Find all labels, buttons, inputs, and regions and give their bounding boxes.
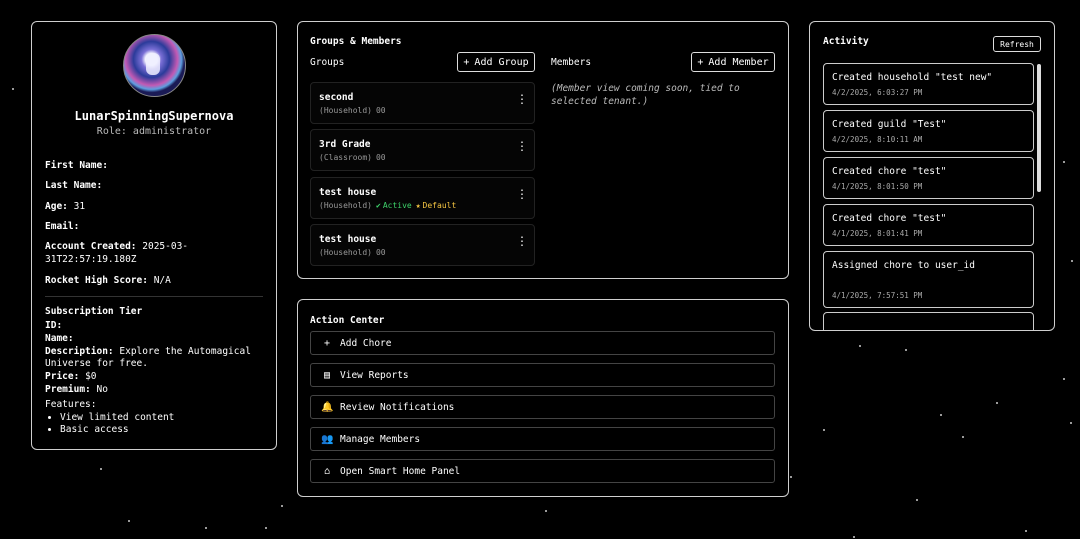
star [1063, 161, 1065, 163]
more-options-icon[interactable]: ⋮ [516, 235, 528, 247]
activity-title: Activity [823, 36, 869, 47]
star [790, 476, 792, 478]
activity-scrollbar[interactable] [1037, 64, 1041, 192]
default-badge: ★ Default [415, 201, 457, 210]
profile-panel: LunarSpinningSupernova Role: administrat… [31, 21, 277, 450]
group-card[interactable]: 3rd Grade (Classroom) 00 ⋮ [310, 129, 535, 171]
age-field: Age: 31 [45, 201, 86, 212]
add-chore-button[interactable]: + Add Chore [310, 331, 775, 355]
subscription-name: Name: [45, 332, 74, 344]
action-center-panel: Action Center + Add Chore ▤ View Reports 🔔… [297, 299, 789, 497]
star [996, 402, 998, 404]
activity-item: Created chore "test" 4/1/2025, 8:01:41 P… [823, 204, 1034, 246]
account-created-field: Account Created: 2025-03-31T22:57:19.180… [45, 241, 189, 265]
action-center-title: Action Center [310, 315, 385, 326]
star [1071, 260, 1073, 262]
activity-item [823, 312, 1034, 330]
subscription-price: Price: $0 [45, 371, 97, 383]
high-score-field: Rocket High Score: N/A [45, 275, 171, 286]
subscription-details: ID: Name: Description: Explore the Autom… [45, 320, 265, 437]
star [100, 468, 102, 470]
groups-members-panel: Groups & Members Groups + Add Group Membe… [297, 21, 789, 279]
subscription-features: Features: View limited content Basic acc… [45, 399, 265, 437]
email-field: Email: [45, 221, 80, 232]
more-options-icon[interactable]: ⋮ [516, 188, 528, 200]
star [545, 510, 547, 512]
star [281, 505, 283, 507]
activity-item: Created chore "test" 4/1/2025, 8:01:50 P… [823, 157, 1034, 199]
feature-item: Basic access [60, 424, 265, 437]
star [205, 527, 207, 529]
subscription-id: ID: [45, 320, 63, 331]
group-card[interactable]: test house (Household) ✔ Active ★ Default … [310, 177, 535, 219]
star [128, 520, 130, 522]
plus-icon: + [463, 56, 470, 68]
more-options-icon[interactable]: ⋮ [516, 93, 528, 105]
divider [45, 296, 263, 297]
active-badge: ✔ Active [375, 201, 412, 210]
last-name-field: Last Name: [45, 180, 103, 191]
groups-members-title: Groups & Members [310, 36, 402, 47]
star [940, 414, 942, 416]
refresh-button[interactable]: Refresh [993, 36, 1041, 52]
username: LunarSpinningSupernova [74, 109, 234, 123]
feature-item: View limited content [60, 412, 265, 425]
star [859, 345, 861, 347]
review-notifications-button[interactable]: 🔔 Review Notifications [310, 395, 775, 419]
subscription-title: Subscription Tier [45, 306, 143, 317]
star [916, 499, 918, 501]
activity-item: Assigned chore to user_id 4/1/2025, 7:57… [823, 251, 1034, 308]
bell-icon: 🔔 [321, 401, 334, 413]
user-role: Role: administrator [96, 126, 212, 137]
add-group-button[interactable]: + Add Group [457, 52, 535, 72]
activity-item: Created household "test new" 4/2/2025, 6… [823, 63, 1034, 105]
first-name-field: First Name: [45, 160, 108, 171]
groups-label: Groups [310, 57, 345, 68]
manage-members-button[interactable]: 👥 Manage Members [310, 427, 775, 451]
star [1063, 378, 1065, 380]
activity-panel: Activity Refresh Created household "test… [809, 21, 1055, 331]
plus-icon: + [323, 337, 331, 349]
star [12, 88, 14, 90]
star [1070, 422, 1072, 424]
members-label: Members [551, 57, 592, 68]
plus-icon: + [697, 56, 704, 68]
star [265, 527, 267, 529]
star [962, 436, 964, 438]
member-view-note: (Member view coming soon, tied to select… [551, 83, 740, 107]
check-circle-icon: ✔ [375, 201, 381, 210]
view-reports-button[interactable]: ▤ View Reports [310, 363, 775, 387]
home-icon: ⌂ [323, 465, 331, 477]
document-icon: ▤ [323, 369, 331, 381]
avatar [123, 34, 186, 97]
more-options-icon[interactable]: ⋮ [516, 140, 528, 152]
subscription-premium: Premium: No [45, 383, 108, 395]
star-icon: ★ [415, 201, 421, 210]
group-card[interactable]: test house (Household) 00 ⋮ [310, 224, 535, 266]
users-icon: 👥 [321, 433, 334, 445]
star [853, 536, 855, 538]
star [823, 429, 825, 431]
group-card[interactable]: second (Household) 00 ⋮ [310, 82, 535, 124]
open-smart-home-button[interactable]: ⌂ Open Smart Home Panel [310, 459, 775, 483]
subscription-description: Description: Explore the Automagical Uni… [45, 345, 251, 370]
add-member-button[interactable]: + Add Member [691, 52, 775, 72]
activity-item: Created guild "Test" 4/2/2025, 8:10:11 A… [823, 110, 1034, 152]
star [1025, 530, 1027, 532]
star [905, 349, 907, 351]
